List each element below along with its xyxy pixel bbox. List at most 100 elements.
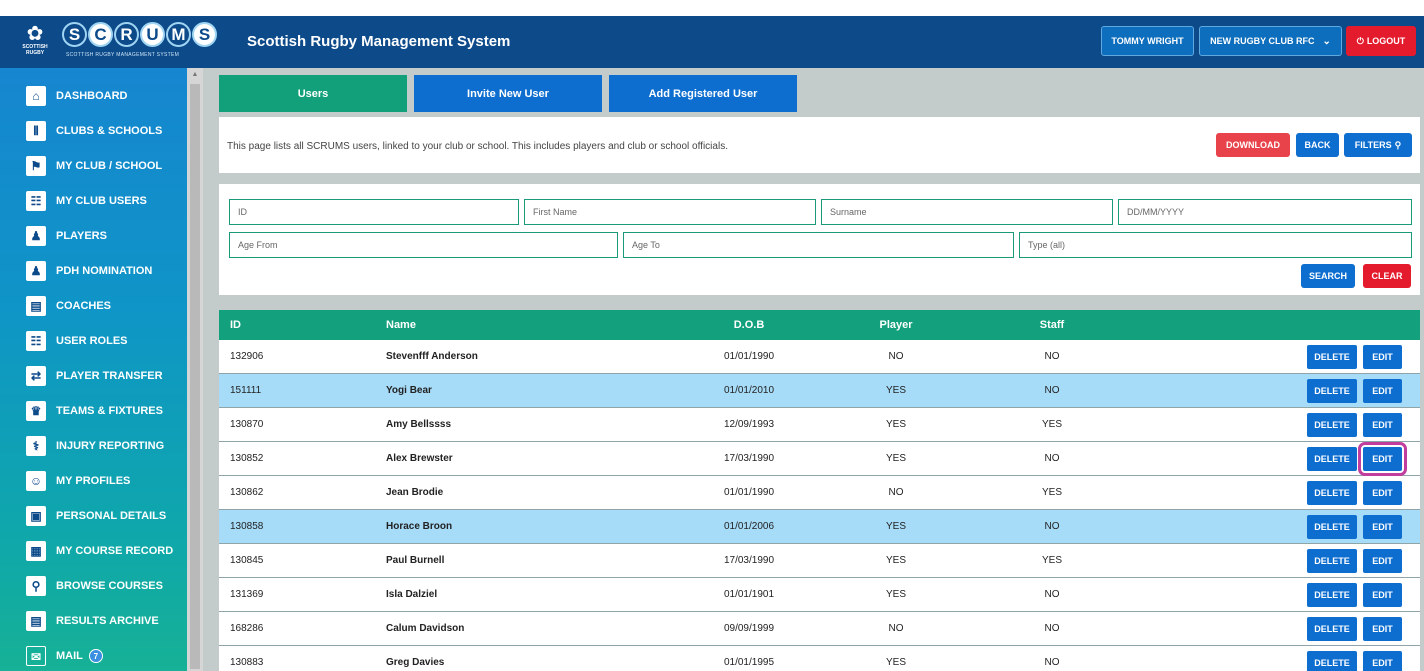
column-header-staff[interactable]: Staff xyxy=(1037,310,1067,340)
user-button[interactable]: TOMMY WRIGHT xyxy=(1101,26,1194,56)
sidebar-item-mail[interactable]: ✉ MAIL 7 xyxy=(0,639,187,671)
table-row[interactable]: 130852 Alex Brewster 17/03/1990 YES NO DELETE… xyxy=(219,442,1420,476)
dob-input[interactable]: DD/MM/YYYY xyxy=(1118,199,1412,225)
download-button[interactable]: DOWNLOAD xyxy=(1216,133,1290,157)
sidebar-item-label: PLAYER TRANSFER xyxy=(56,370,163,382)
scrums-logo[interactable]: S C R U M S xyxy=(62,22,218,56)
edit-button[interactable]: EDIT xyxy=(1363,617,1402,641)
table-body: 132906 Stevenfff Anderson 01/01/1990 NO NO DE… xyxy=(219,340,1420,671)
sidebar-item-player-transfer[interactable]: ⇄ PLAYER TRANSFER xyxy=(0,359,187,393)
delete-button[interactable]: DELETE xyxy=(1307,583,1357,607)
edit-button[interactable]: EDIT xyxy=(1358,442,1407,476)
table-row[interactable]: 168286 Calum Davidson 09/09/1999 NO NO DELETE… xyxy=(219,612,1420,646)
table-row[interactable]: 130845 Paul Burnell 17/03/1990 YES YES DELETE… xyxy=(219,544,1420,578)
sidebar-item-label: PDH NOMINATION xyxy=(56,265,153,277)
sidebar-item-my-course-record[interactable]: ▦ MY COURSE RECORD xyxy=(0,534,187,568)
scroll-up-arrow-icon[interactable]: ▲ xyxy=(187,68,203,82)
surname-input[interactable]: Surname xyxy=(821,199,1113,225)
scrollbar-thumb[interactable] xyxy=(190,84,200,669)
sidebar-item-dashboard[interactable]: ⌂ DASHBOARD xyxy=(0,79,187,113)
table-header: ID Name D.O.B Player Staff xyxy=(219,310,1420,340)
table-row[interactable]: 132906 Stevenfff Anderson 01/01/1990 NO NO DE… xyxy=(219,340,1420,374)
age-to-input[interactable]: Age To xyxy=(623,232,1014,258)
age-from-input[interactable]: Age From xyxy=(229,232,618,258)
sidebar-item-label: USER ROLES xyxy=(56,335,128,347)
tab-users[interactable]: Users xyxy=(219,75,407,112)
id-input[interactable]: ID xyxy=(229,199,519,225)
edit-button[interactable]: EDIT xyxy=(1363,481,1402,505)
sidebar-item-players[interactable]: ♟ PLAYERS xyxy=(0,219,187,253)
top-header: ✿ SCOTTISH RUGBY S C R U M S SCOTTISH RU… xyxy=(0,16,1424,68)
table-row[interactable]: 130883 Greg Davies 01/01/1995 YES NO DELETE ED… xyxy=(219,646,1420,671)
search-icon: ⚲ xyxy=(1394,139,1402,150)
sidebar-item-results-archive[interactable]: ▤ RESULTS ARCHIVE xyxy=(0,604,187,638)
cell-name: Alex Brewster xyxy=(386,453,453,464)
table-row[interactable]: 151111 Yogi Bear 01/01/2010 YES NO DELETE EDIT xyxy=(219,374,1420,408)
cell-id: 130845 xyxy=(230,555,264,566)
delete-button[interactable]: DELETE xyxy=(1307,651,1357,671)
back-button[interactable]: BACK xyxy=(1296,133,1339,157)
delete-button[interactable]: DELETE xyxy=(1307,345,1357,369)
sidebar-item-injury-reporting[interactable]: ⚕ INJURY REPORTING xyxy=(0,429,187,463)
club-select[interactable]: NEW RUGBY CLUB RFC ⌄ xyxy=(1199,26,1342,56)
filters-button[interactable]: FILTERS ⚲ xyxy=(1344,133,1412,157)
cell-staff: YES xyxy=(1041,487,1062,498)
sidebar-item-label: RESULTS ARCHIVE xyxy=(56,615,159,627)
transfer-icon: ⇄ xyxy=(26,366,46,386)
sidebar-item-label: PLAYERS xyxy=(56,230,107,242)
sidebar-item-coaches[interactable]: ▤ COACHES xyxy=(0,289,187,323)
sidebar-item-teams-fixtures[interactable]: ♛ TEAMS & FIXTURES xyxy=(0,394,187,428)
delete-button[interactable]: DELETE xyxy=(1307,481,1357,505)
sidebar-item-my-club-school[interactable]: ⚑ MY CLUB / SCHOOL xyxy=(0,149,187,183)
delete-button[interactable]: DELETE xyxy=(1307,413,1357,437)
edit-button[interactable]: EDIT xyxy=(1363,379,1402,403)
tab-add-registered-user[interactable]: Add Registered User xyxy=(609,75,797,112)
sidebar-item-my-club-users[interactable]: ☷ MY CLUB USERS xyxy=(0,184,187,218)
cell-id: 151111 xyxy=(230,385,262,396)
column-header-name[interactable]: Name xyxy=(386,310,416,340)
table-row[interactable]: 130862 Jean Brodie 01/01/1990 NO YES DELETE ED… xyxy=(219,476,1420,510)
edit-button[interactable]: EDIT xyxy=(1363,651,1402,671)
roles-icon: ☷ xyxy=(26,331,46,351)
cell-player: YES xyxy=(885,589,906,600)
delete-button[interactable]: DELETE xyxy=(1307,515,1357,539)
type-select[interactable]: Type (all) xyxy=(1019,232,1412,258)
cell-name: Greg Davies xyxy=(386,657,445,668)
search-button[interactable]: SEARCH xyxy=(1301,264,1355,288)
table-row[interactable]: 130858 Horace Broon 01/01/2006 YES NO DELETE E… xyxy=(219,510,1420,544)
scottish-rugby-logo[interactable]: ✿ SCOTTISH RUGBY xyxy=(18,24,52,60)
sidebar-item-personal-details[interactable]: ▣ PERSONAL DETAILS xyxy=(0,499,187,533)
sidebar-item-label: BROWSE COURSES xyxy=(56,580,163,592)
delete-button[interactable]: DELETE xyxy=(1307,379,1357,403)
logo-subtitle: SCOTTISH RUGBY MANAGEMENT SYSTEM xyxy=(66,52,180,58)
table-row[interactable]: 131369 Isla Dalziel 01/01/1901 YES NO DELETE E… xyxy=(219,578,1420,612)
sidebar-item-clubs-schools[interactable]: ⫴ CLUBS & SCHOOLS xyxy=(0,114,187,148)
info-panel: This page lists all SCRUMS users, linked… xyxy=(219,117,1420,173)
sidebar-scrollbar[interactable]: ▲ xyxy=(187,68,203,671)
logout-button[interactable]: ⏻ LOGOUT xyxy=(1346,26,1416,56)
sidebar-item-pdh-nomination[interactable]: ♟ PDH NOMINATION xyxy=(0,254,187,288)
edit-button[interactable]: EDIT xyxy=(1363,583,1402,607)
column-header-player[interactable]: Player xyxy=(861,310,931,340)
edit-button[interactable]: EDIT xyxy=(1363,549,1402,573)
edit-button[interactable]: EDIT xyxy=(1363,345,1402,369)
delete-button[interactable]: DELETE xyxy=(1307,617,1357,641)
clear-button[interactable]: CLEAR xyxy=(1363,264,1411,288)
sidebar-item-browse-courses[interactable]: ⚲ BROWSE COURSES xyxy=(0,569,187,603)
profile-icon: ☺ xyxy=(26,471,46,491)
sidebar-item-user-roles[interactable]: ☷ USER ROLES xyxy=(0,324,187,358)
column-header-id[interactable]: ID xyxy=(230,310,241,340)
column-header-dob[interactable]: D.O.B xyxy=(699,310,799,340)
sidebar-item-label: DASHBOARD xyxy=(56,90,128,102)
tab-invite-new-user[interactable]: Invite New User xyxy=(414,75,602,112)
delete-button[interactable]: DELETE xyxy=(1307,447,1357,471)
sidebar-item-my-profiles[interactable]: ☺ MY PROFILES xyxy=(0,464,187,498)
cell-dob: 01/01/1990 xyxy=(723,351,775,362)
table-row[interactable]: 130870 Amy Bellssss 12/09/1993 YES YES DELETE… xyxy=(219,408,1420,442)
sidebar-item-label: MY COURSE RECORD xyxy=(56,545,174,557)
sidebar-item-label: COACHES xyxy=(56,300,112,312)
edit-button[interactable]: EDIT xyxy=(1363,515,1402,539)
delete-button[interactable]: DELETE xyxy=(1307,549,1357,573)
edit-button[interactable]: EDIT xyxy=(1363,413,1402,437)
first-name-input[interactable]: First Name xyxy=(524,199,816,225)
